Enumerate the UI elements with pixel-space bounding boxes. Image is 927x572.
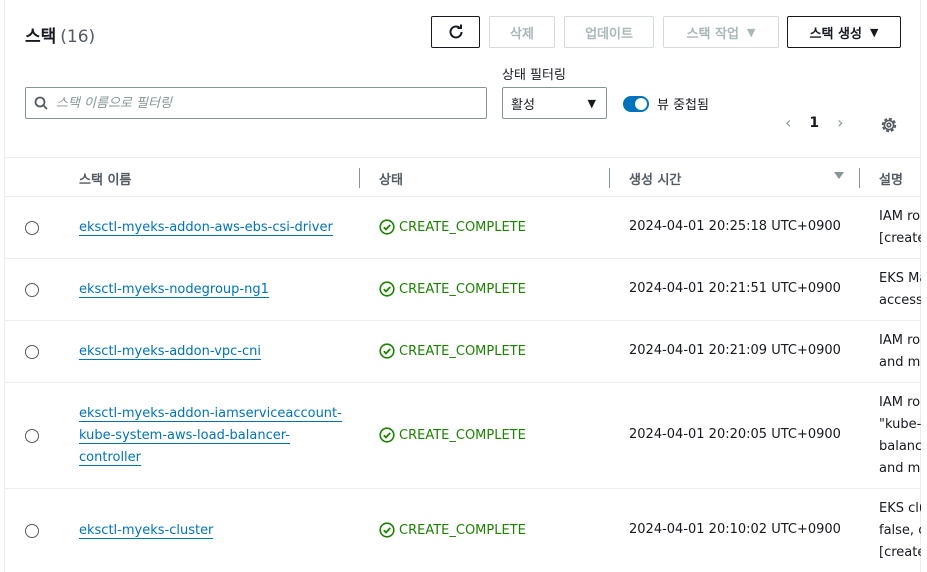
column-status[interactable]: 상태 [379, 169, 403, 188]
status-text: CREATE_COMPLETE [399, 281, 526, 297]
created-time: 2024-04-01 20:20:05 UTC+0900 [629, 427, 841, 442]
stack-actions-button[interactable]: 스택 작업 ▼ [663, 16, 779, 48]
update-button[interactable]: 업데이트 [564, 16, 654, 48]
stack-name-text[interactable]: eksctl-myeks-addon-aws-ebs-csi-driver [79, 220, 333, 236]
status-badge: CREATE_COMPLETE [379, 427, 526, 443]
check-circle-icon [379, 281, 395, 297]
created-time: 2024-04-01 20:21:09 UTC+0900 [629, 343, 841, 358]
row-select-radio[interactable] [25, 429, 39, 443]
stack-description: IAM ro [create [879, 206, 921, 250]
column-resizer[interactable] [859, 168, 860, 188]
search-icon [34, 96, 48, 110]
description-line: false, c [879, 523, 921, 538]
status-text: CREATE_COMPLETE [399, 343, 526, 359]
description-line: IAM ro [879, 209, 921, 224]
stack-name-text[interactable]: controller [79, 450, 142, 466]
status-badge: CREATE_COMPLETE [379, 219, 526, 235]
row-select-radio[interactable] [25, 524, 39, 538]
stack-description: EKS clu false, c [create [879, 498, 921, 564]
stack-name-text[interactable]: eksctl-myeks-cluster [79, 523, 214, 539]
stack-description: IAM ro and ma [879, 330, 921, 374]
caret-down-icon: ▼ [587, 96, 596, 110]
stack-actions-label: 스택 작업 [686, 26, 739, 42]
table-row: eksctl-myeks-addon-iamserviceaccount-kub… [5, 383, 921, 489]
description-line: [create [879, 231, 921, 246]
created-time: 2024-04-01 20:10:02 UTC+0900 [629, 522, 841, 537]
description-line: access: [879, 293, 921, 308]
row-select-radio[interactable] [25, 283, 39, 297]
page-number[interactable]: 1 [809, 115, 819, 131]
created-time: 2024-04-01 20:25:18 UTC+0900 [629, 219, 841, 234]
table-row: eksctl-myeks-addon-aws-ebs-csi-driver CRE… [5, 197, 921, 259]
chevron-right-icon[interactable]: › [837, 113, 843, 132]
status-text: CREATE_COMPLETE [399, 427, 526, 443]
description-line: EKS Ma [879, 271, 921, 286]
description-line: and ma [879, 355, 921, 370]
description-line: IAM ro [879, 333, 921, 348]
created-time: 2024-04-01 20:21:51 UTC+0900 [629, 281, 841, 296]
title-text: 스택 [25, 27, 57, 47]
status-filter-value: 활성 [511, 97, 535, 113]
description-line: "kube- [879, 417, 921, 432]
status-badge: CREATE_COMPLETE [379, 281, 526, 297]
check-circle-icon [379, 219, 395, 235]
column-resizer[interactable] [609, 168, 610, 188]
column-description[interactable]: 설명 [879, 169, 903, 188]
nested-view-label: 뷰 중첩됨 [657, 98, 709, 113]
status-filter-label: 상태 필터링 [502, 68, 566, 83]
table-row: eksctl-myeks-addon-vpc-cni CREATE_COMPLET… [5, 321, 921, 383]
check-circle-icon [379, 522, 395, 538]
pagination: ‹ 1 › [785, 113, 844, 132]
gear-icon[interactable] [879, 115, 899, 135]
status-text: CREATE_COMPLETE [399, 522, 526, 538]
stack-description: IAM ro "kube-balanc and ma [879, 392, 921, 480]
description-line: [create [879, 545, 921, 560]
refresh-icon [449, 24, 462, 39]
stack-name-text[interactable]: eksctl-myeks-addon-vpc-cni [79, 344, 261, 360]
description-line: IAM ro [879, 395, 921, 410]
stack-name-link[interactable]: eksctl-myeks-addon-vpc-cni [79, 341, 349, 363]
column-resizer[interactable] [359, 168, 360, 188]
description-line: and ma [879, 461, 921, 476]
stack-name-link[interactable]: eksctl-myeks-addon-aws-ebs-csi-driver [79, 217, 349, 239]
chevron-left-icon[interactable]: ‹ [785, 113, 791, 132]
row-select-radio[interactable] [25, 345, 39, 359]
caret-down-icon: ▼ [869, 25, 879, 39]
page-title: 스택 (16) [25, 22, 95, 47]
delete-button[interactable]: 삭제 [489, 16, 555, 48]
status-badge: CREATE_COMPLETE [379, 343, 526, 359]
table-row: eksctl-myeks-nodegroup-ng1 CREATE_COMPLET… [5, 259, 921, 321]
sort-descending-icon[interactable] [834, 172, 844, 179]
create-stack-button[interactable]: 스택 생성 ▼ [787, 16, 901, 48]
table-header: 스택 이름 상태 생성 시간 설명 [5, 157, 921, 197]
refresh-button[interactable] [431, 16, 480, 48]
search-input[interactable] [56, 95, 486, 111]
search-box[interactable] [25, 87, 487, 119]
table-row: eksctl-myeks-cluster CREATE_COMPLETE 2024-… [5, 489, 921, 572]
status-badge: CREATE_COMPLETE [379, 522, 526, 538]
stacks-panel: 스택(16) 삭제 업데이트 스택 작업 ▼ 스택 생성 ▼ 상태 필터링 활성 ▼… [4, 0, 921, 572]
stack-description: EKS Ma access: [879, 268, 921, 312]
nested-view-toggle-group: 뷰 중첩됨 [623, 94, 709, 113]
stack-name-link[interactable]: eksctl-myeks-nodegroup-ng1 [79, 279, 349, 301]
create-stack-label: 스택 생성 [809, 26, 862, 42]
check-circle-icon [379, 427, 395, 443]
column-stack-name[interactable]: 스택 이름 [79, 169, 131, 188]
stack-name-text[interactable]: eksctl-myeks-addon-iamserviceaccount- [79, 406, 342, 422]
caret-down-icon: ▼ [746, 25, 756, 39]
description-line: EKS clu [879, 501, 921, 516]
stack-count: (16) [60, 27, 96, 47]
column-created-time[interactable]: 생성 시간 [629, 169, 681, 188]
status-filter-select[interactable]: 활성 ▼ [502, 87, 607, 119]
status-text: CREATE_COMPLETE [399, 219, 526, 235]
stack-name-text[interactable]: kube-system-aws-load-balancer- [79, 428, 290, 444]
row-select-radio[interactable] [25, 221, 39, 235]
check-circle-icon [379, 343, 395, 359]
nested-view-toggle[interactable] [623, 95, 649, 112]
stack-name-link[interactable]: eksctl-myeks-addon-iamserviceaccount-kub… [79, 403, 349, 469]
description-line: balanc [879, 439, 921, 454]
stack-name-link[interactable]: eksctl-myeks-cluster [79, 520, 349, 542]
stack-name-text[interactable]: eksctl-myeks-nodegroup-ng1 [79, 282, 269, 298]
